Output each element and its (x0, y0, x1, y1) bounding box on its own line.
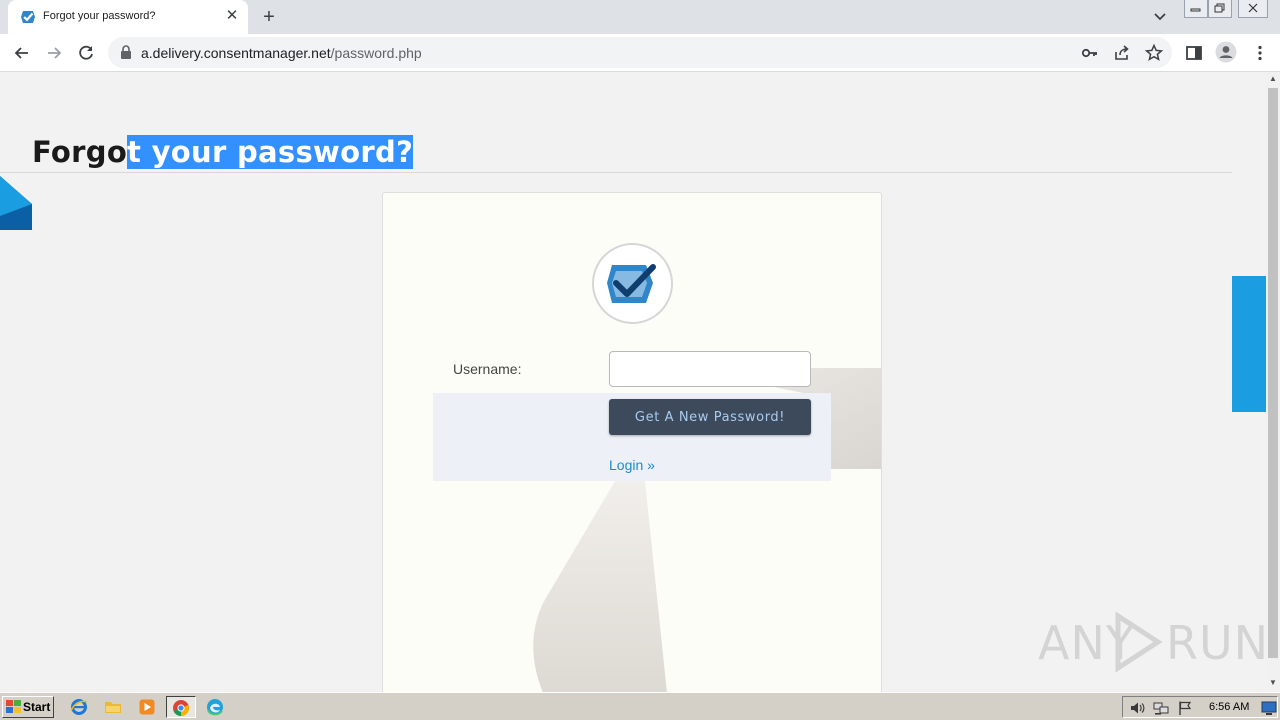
back-arrow-icon[interactable] (12, 43, 32, 63)
consentmanager-logo (592, 243, 673, 324)
edge-icon (207, 699, 223, 716)
play-triangle-icon (1115, 612, 1163, 672)
start-label: Start (23, 700, 51, 714)
flag-icon[interactable] (1177, 700, 1193, 716)
username-label: Username: (453, 361, 522, 377)
side-panel-icon[interactable] (1184, 43, 1204, 63)
login-link[interactable]: Login » (609, 457, 655, 473)
tab-strip: Forgot your password? ✕ + (0, 0, 1280, 34)
start-button[interactable]: Start (2, 696, 54, 718)
minimize-button[interactable] (1184, 0, 1208, 18)
scroll-thumb[interactable] (1268, 88, 1278, 658)
side-feedback-tab[interactable] (1232, 276, 1266, 412)
page-viewport: Forgot your password? Username: Get A Ne… (0, 72, 1266, 692)
page-scrollbar[interactable]: ▲ ▼ (1266, 72, 1280, 692)
windows-flag-icon (6, 700, 21, 713)
file-explorer-icon (105, 702, 121, 713)
anyrun-watermark: ANY RUN (1038, 610, 1266, 672)
tab-close-icon[interactable]: ✕ (224, 8, 240, 24)
forward-arrow-icon[interactable] (44, 43, 64, 63)
internet-explorer-icon (70, 699, 88, 715)
share-icon[interactable] (1112, 43, 1132, 63)
taskbar-internet-explorer[interactable] (67, 696, 91, 718)
star-icon[interactable] (1144, 43, 1164, 63)
volume-icon[interactable] (1129, 700, 1145, 716)
system-tray: 6:56 AM (1122, 696, 1278, 718)
taskbar-clock: 6:56 AM (1209, 701, 1250, 713)
chrome-icon (173, 700, 189, 716)
url-host: a.delivery.consentmanager.net (141, 45, 331, 61)
scroll-down-arrow-icon[interactable]: ▼ (1266, 676, 1280, 690)
key-icon[interactable] (1080, 43, 1100, 63)
network-icon[interactable] (1153, 700, 1169, 716)
taskbar-file-explorer[interactable] (101, 696, 125, 718)
browser-tab[interactable]: Forgot your password? ✕ (8, 0, 248, 34)
password-reset-card: Username: Get A New Password! Login » (382, 192, 882, 692)
url-path: /password.php (330, 45, 422, 61)
close-window-button[interactable] (1238, 0, 1268, 18)
tab-search-chevron-icon[interactable] (1150, 8, 1170, 26)
profile-icon[interactable] (1215, 41, 1237, 63)
taskbar-chrome[interactable] (166, 696, 196, 718)
address-bar[interactable]: a.delivery.consentmanager.net/password.p… (108, 37, 1172, 68)
media-player-icon (139, 699, 155, 715)
consentmanager-check-icon (607, 264, 656, 303)
windows-taskbar: Start 6:56 AM (0, 692, 1280, 720)
username-input[interactable] (609, 351, 811, 387)
reload-icon[interactable] (76, 43, 96, 63)
restore-button[interactable] (1208, 0, 1232, 18)
restore-icon (1214, 3, 1225, 13)
taskbar-edge[interactable] (203, 696, 227, 718)
title-divider (0, 172, 1232, 173)
tab-title: Forgot your password? (43, 10, 156, 22)
scroll-up-arrow-icon[interactable]: ▲ (1266, 72, 1280, 86)
page-title-unselected: Forgo (32, 135, 128, 169)
consentmanager-check-icon (21, 11, 35, 23)
page-title: Forgot your password? (32, 135, 414, 169)
taskbar-media-player[interactable] (135, 696, 159, 718)
lock-icon[interactable] (120, 45, 132, 59)
new-tab-button[interactable]: + (258, 6, 280, 28)
monitor-icon[interactable] (1261, 700, 1277, 716)
page-title-selected-text: t your password? (127, 135, 414, 169)
more-menu-icon[interactable] (1250, 43, 1270, 63)
close-icon (1248, 3, 1258, 13)
decorative-triangle (0, 176, 32, 230)
get-new-password-button[interactable]: Get A New Password! (609, 399, 811, 435)
minimize-icon (1190, 8, 1201, 12)
browser-toolbar: a.delivery.consentmanager.net/password.p… (0, 34, 1280, 72)
url-text[interactable]: a.delivery.consentmanager.net/password.p… (141, 45, 422, 61)
watermark-run-text: RUN (1166, 616, 1266, 670)
